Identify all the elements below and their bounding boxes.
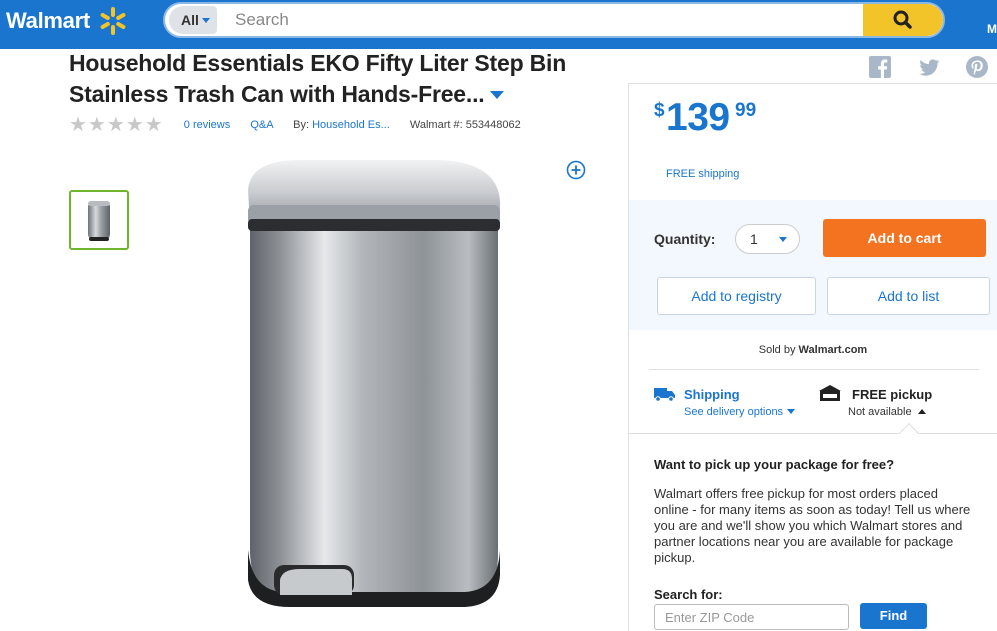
twitter-icon[interactable] — [918, 56, 940, 78]
pickup-status-label: Not available — [848, 406, 912, 418]
price-currency: $ — [654, 100, 665, 121]
pinterest-icon[interactable] — [966, 56, 988, 78]
spark-logo-icon[interactable] — [98, 6, 128, 36]
free-shipping-note: FREE shipping — [666, 168, 740, 180]
qa-link[interactable]: Q&A — [250, 119, 273, 131]
site-header: Walmart All M — [0, 0, 997, 49]
quantity-label: Quantity: — [654, 231, 716, 247]
product-image[interactable] — [240, 155, 510, 615]
free-pickup-title[interactable]: FREE pickup — [852, 387, 932, 402]
reviews-link[interactable]: 0 reviews — [184, 119, 230, 131]
pickup-question: Want to pick up your package for free? — [654, 457, 895, 472]
price-cents: 99 — [735, 100, 757, 121]
department-dropdown[interactable]: All — [169, 6, 217, 34]
pickup-description: Walmart offers free pickup for most orde… — [654, 486, 971, 565]
see-delivery-options-link[interactable]: See delivery options — [684, 406, 796, 418]
add-to-cart-button[interactable]: Add to cart — [823, 219, 986, 257]
zip-code-input[interactable] — [654, 604, 849, 630]
thumbnail-image — [88, 201, 110, 241]
add-to-registry-button[interactable]: Add to registry — [657, 277, 816, 315]
zoom-plus-icon[interactable] — [566, 160, 586, 180]
zip-search-label: Search for: — [654, 587, 723, 602]
header-account-link[interactable]: M — [987, 22, 997, 36]
seller-name: Walmart.com — [798, 344, 868, 356]
price-dollars: 139 — [666, 96, 730, 139]
chevron-up-icon — [917, 409, 926, 414]
quantity-value: 1 — [750, 231, 758, 247]
search-bar: All — [163, 2, 945, 38]
search-input[interactable] — [223, 4, 863, 36]
store-icon — [819, 385, 841, 401]
chevron-down-icon — [779, 237, 787, 242]
pickup-status[interactable]: Not available — [848, 406, 926, 418]
walmart-number: Walmart #: 553448062 — [409, 119, 521, 131]
product-meta: ★★★★★ 0 reviews Q&A By: Household Es... … — [69, 112, 521, 136]
divider — [649, 369, 979, 370]
delivery-options-label: See delivery options — [684, 406, 784, 418]
truck-icon — [654, 388, 675, 402]
brand-link[interactable]: Household Es... — [312, 119, 390, 131]
walmart-logo[interactable]: Walmart — [6, 8, 90, 34]
chevron-down-icon[interactable] — [490, 91, 505, 99]
sold-by: Sold by Walmart.com — [629, 344, 997, 356]
product-title: Household Essentials EKO Fifty Liter Ste… — [69, 48, 589, 110]
find-button[interactable]: Find — [860, 603, 927, 629]
product-thumbnail[interactable] — [69, 190, 129, 250]
quantity-select[interactable]: 1 — [735, 224, 800, 254]
search-icon — [893, 10, 912, 29]
add-to-list-button[interactable]: Add to list — [827, 277, 990, 315]
chevron-down-icon — [787, 409, 796, 414]
shipping-title[interactable]: Shipping — [684, 387, 740, 402]
facebook-icon[interactable] — [869, 56, 891, 78]
chevron-down-icon — [201, 18, 210, 23]
sold-by-label: Sold by — [758, 344, 796, 356]
rating-stars: ★★★★★ — [69, 114, 164, 136]
by-label: By: — [293, 119, 310, 131]
department-label: All — [181, 12, 199, 28]
search-button[interactable] — [863, 4, 943, 36]
